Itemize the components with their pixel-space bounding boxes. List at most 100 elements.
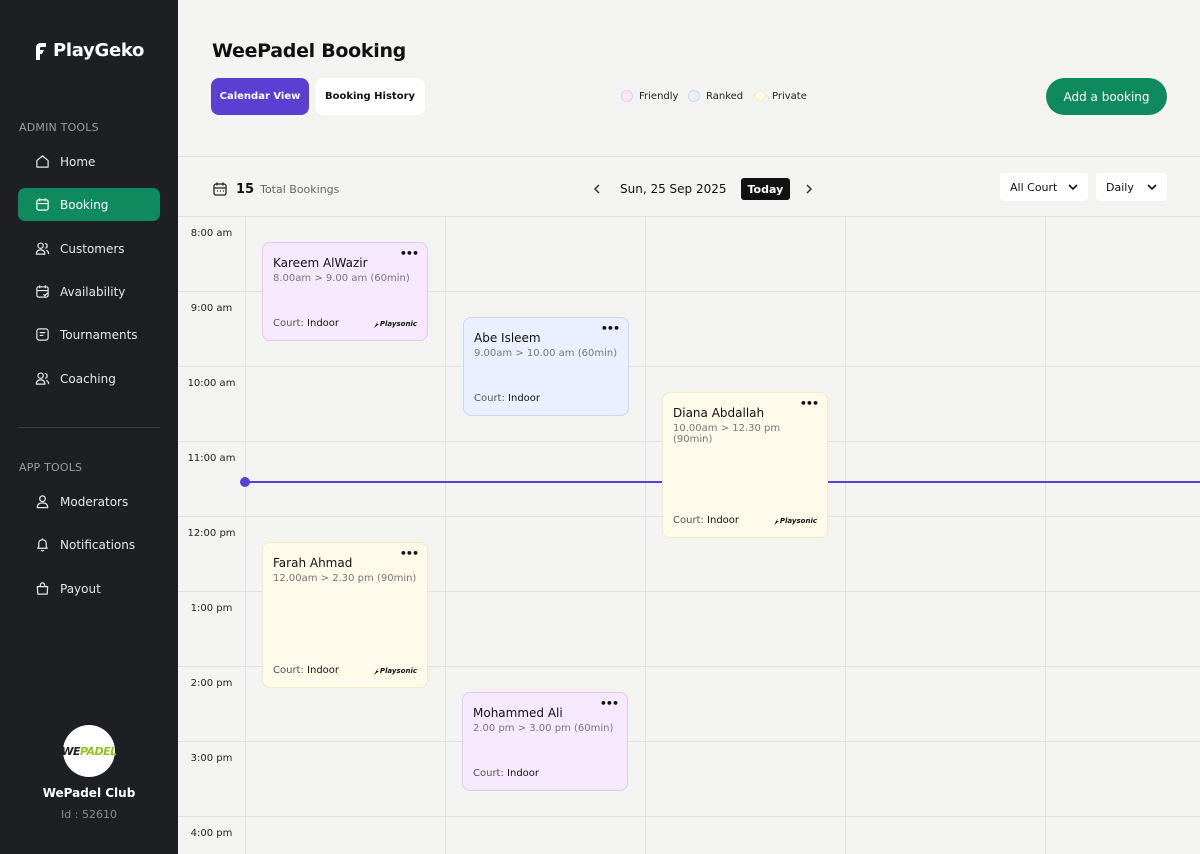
calendar-grid: 8:00 am 9:00 am 10:00 am 11:00 am 12:00 … <box>178 217 1200 854</box>
booking-court: Court: Indoor <box>273 318 339 329</box>
page-title: WeePadel Booking <box>212 40 406 62</box>
chevron-down-icon <box>1147 184 1157 191</box>
grid-row-line <box>178 741 1200 742</box>
more-options-icon[interactable]: ••• <box>400 548 419 559</box>
partner-name: Playsonic <box>779 517 817 525</box>
booking-card[interactable]: ••• Diana Abdallah 10.00am > 12.30 pm (9… <box>662 392 828 538</box>
grid-column-line <box>245 217 246 854</box>
sidebar-item-moderators[interactable]: Moderators <box>18 485 160 518</box>
booking-court: Court: Indoor <box>473 768 539 779</box>
chevron-down-icon <box>1068 184 1078 191</box>
brand-logo[interactable]: PlayGeko <box>33 40 144 61</box>
booking-time: 12.00am > 2.30 pm (90min) <box>273 573 417 584</box>
trophy-icon <box>36 328 49 341</box>
court-filter-dropdown[interactable]: All Court <box>1000 173 1088 201</box>
sidebar-item-label: Customers <box>60 241 125 256</box>
app-tools-label: APP TOOLS <box>19 461 83 474</box>
booking-court: Court: Indoor <box>474 393 540 404</box>
playgeko-logo-icon <box>36 42 46 60</box>
booking-time: 2.00 pm > 3.00 pm (60min) <box>473 723 614 734</box>
sidebar-item-label: Booking <box>60 197 109 212</box>
sidebar-item-customers[interactable]: Customers <box>18 232 160 265</box>
court-value: Indoor <box>707 515 740 526</box>
sidebar-item-label: Moderators <box>60 494 129 509</box>
booking-card[interactable]: ••• Mohammed Ali 2.00 pm > 3.00 pm (60mi… <box>462 692 628 791</box>
court-label: Court: <box>273 318 304 329</box>
time-label: 8:00 am <box>190 228 233 239</box>
club-avatar-text-a: WE <box>61 744 80 758</box>
bag-icon <box>36 582 49 595</box>
users-icon <box>35 242 50 255</box>
admin-tools-label: ADMIN TOOLS <box>19 121 99 134</box>
sidebar: PlayGeko ADMIN TOOLS Home Booking Custom… <box>0 0 178 854</box>
partner-name: Playsonic <box>379 667 417 675</box>
total-label: Total Bookings <box>260 182 340 196</box>
legend-label: Friendly <box>639 90 679 102</box>
sidebar-item-label: Payout <box>60 581 101 596</box>
booking-name: Mohammed Ali <box>473 706 563 720</box>
more-options-icon[interactable]: ••• <box>400 248 419 259</box>
add-booking-button[interactable]: Add a booking <box>1046 78 1167 115</box>
partner-logo: Playsonic <box>773 517 817 525</box>
time-label: 9:00 am <box>190 303 233 314</box>
header-divider <box>178 156 1200 157</box>
partner-logo: Playsonic <box>373 320 417 328</box>
total-bookings: 15 Total Bookings <box>212 181 339 197</box>
time-label: 2:00 pm <box>190 678 233 689</box>
time-label: 10:00 am <box>187 378 236 389</box>
club-avatar[interactable]: WE PADEL <box>61 725 117 777</box>
total-count: 15 <box>236 181 255 197</box>
tab-calendar-view[interactable]: Calendar View <box>211 78 309 115</box>
booking-court: Court: Indoor <box>673 515 739 526</box>
legend-dot-ranked <box>688 90 700 102</box>
grid-row-line <box>178 366 1200 367</box>
booking-card[interactable]: ••• Abe Isleem 9.00am > 10.00 am (60min)… <box>463 317 629 416</box>
today-button[interactable]: Today <box>740 178 791 200</box>
grid-column-line <box>645 217 646 854</box>
court-label: Court: <box>673 515 704 526</box>
more-options-icon[interactable]: ••• <box>600 698 619 709</box>
playsonic-logo-icon <box>373 320 379 328</box>
legend-label: Private <box>772 90 807 102</box>
view-filter-dropdown[interactable]: Daily <box>1096 173 1167 201</box>
view-filter-value: Daily <box>1106 180 1134 194</box>
coach-icon <box>35 372 50 385</box>
prev-day-button[interactable] <box>588 178 606 200</box>
legend-dot-friendly <box>621 90 633 102</box>
sidebar-item-home[interactable]: Home <box>18 145 160 178</box>
booking-card[interactable]: ••• Farah Ahmad 12.00am > 2.30 pm (90min… <box>262 542 428 688</box>
sidebar-item-payout[interactable]: Payout <box>18 572 160 605</box>
more-options-icon[interactable]: ••• <box>601 323 620 334</box>
calendar-icon <box>36 198 49 211</box>
sidebar-item-notifications[interactable]: Notifications <box>18 528 160 561</box>
legend-friendly: Friendly <box>621 90 678 102</box>
sidebar-item-coaching[interactable]: Coaching <box>18 362 160 395</box>
sidebar-item-availability[interactable]: Availability <box>18 275 160 308</box>
tab-booking-history[interactable]: Booking History <box>315 78 425 115</box>
sidebar-item-label: Home <box>60 154 96 169</box>
next-day-button[interactable] <box>800 178 818 200</box>
more-options-icon[interactable]: ••• <box>800 398 819 409</box>
booking-card[interactable]: ••• Kareem AlWazir 8.00am > 9.00 am (60m… <box>262 242 428 341</box>
chevron-right-icon <box>806 184 813 194</box>
calendar-check-icon <box>36 285 49 298</box>
sidebar-item-label: Availability <box>60 284 126 299</box>
grid-column-line <box>1045 217 1046 854</box>
club-id: Id : 52610 <box>61 808 117 821</box>
court-value: Indoor <box>507 768 540 779</box>
grid-column-line <box>445 217 446 854</box>
sidebar-item-booking[interactable]: Booking <box>18 188 160 221</box>
time-label: 12:00 pm <box>187 528 236 539</box>
court-label: Court: <box>474 393 505 404</box>
sidebar-item-tournaments[interactable]: Tournaments <box>18 318 160 351</box>
partner-name: Playsonic <box>379 320 417 328</box>
legend-ranked: Ranked <box>688 90 743 102</box>
booking-name: Kareem AlWazir <box>273 256 368 270</box>
court-value: Indoor <box>307 665 340 676</box>
time-label: 3:00 pm <box>190 753 233 764</box>
legend-label: Ranked <box>706 90 744 102</box>
time-label: 1:00 pm <box>190 603 233 614</box>
partner-logo: Playsonic <box>373 667 417 675</box>
court-value: Indoor <box>307 318 340 329</box>
booking-name: Farah Ahmad <box>273 556 353 570</box>
